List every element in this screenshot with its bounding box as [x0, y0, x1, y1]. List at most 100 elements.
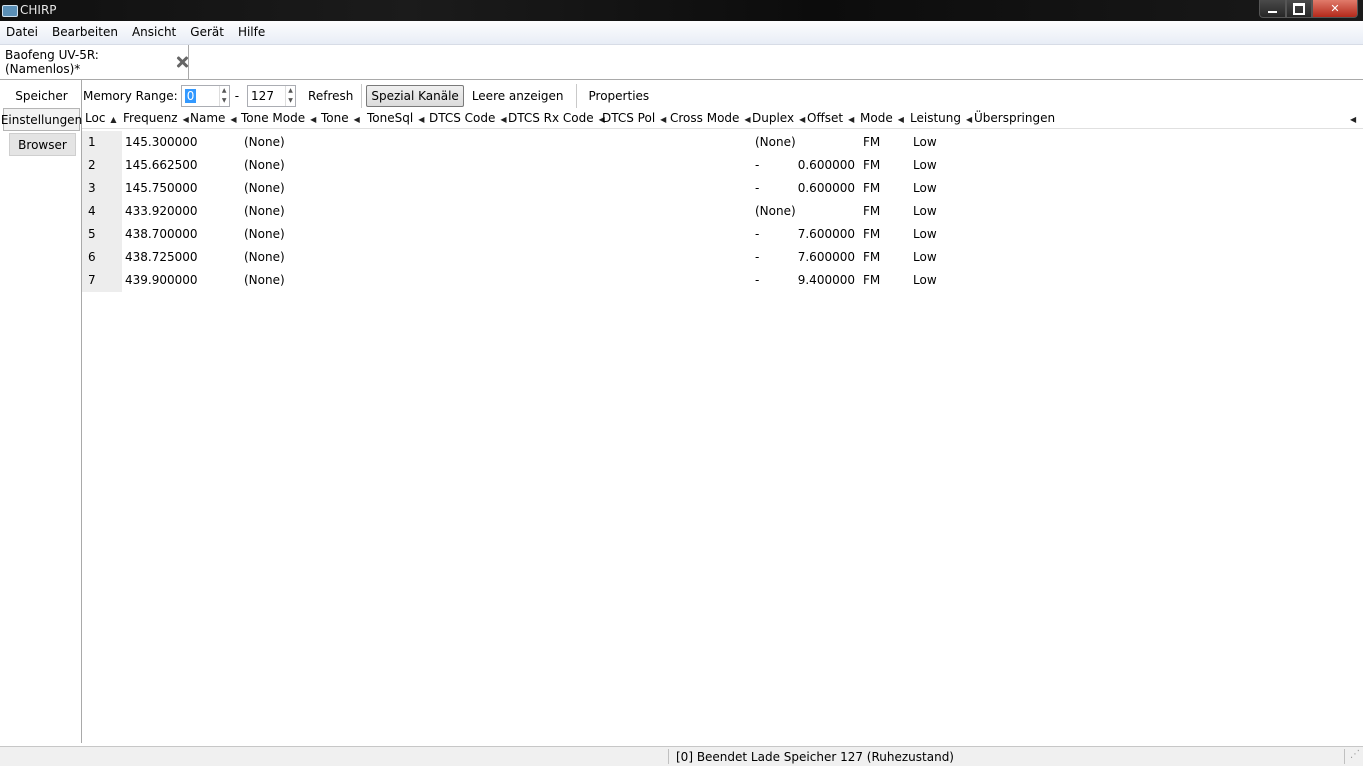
cell-tone-mode[interactable]: (None) — [244, 154, 285, 177]
cell-frequenz[interactable]: 438.725000 — [125, 246, 198, 269]
cell-leistung[interactable]: Low — [913, 223, 937, 246]
cell-frequenz[interactable]: 439.900000 — [125, 269, 198, 292]
cell-offset[interactable]: 7.600000 — [795, 246, 855, 269]
close-window-button[interactable]: ✕ — [1312, 0, 1358, 18]
col-header-name[interactable]: Name ◀ — [190, 109, 237, 128]
col-header-dtcs-rx-code[interactable]: DTCS Rx Code ◀ — [508, 109, 605, 128]
cell-duplex[interactable]: - — [755, 177, 759, 200]
cell-duplex[interactable]: - — [755, 154, 759, 177]
cell-mode[interactable]: FM — [863, 223, 880, 246]
menu-bearbeiten[interactable]: Bearbeiten — [45, 21, 125, 44]
col-header-tone-mode[interactable]: Tone Mode ◀ — [241, 109, 316, 128]
cell-mode[interactable]: FM — [863, 246, 880, 269]
cell-frequenz[interactable]: 145.300000 — [125, 131, 198, 154]
menu-datei[interactable]: Datei — [0, 21, 45, 44]
memory-table[interactable]: Loc ▲ Frequenz ◀ Name ◀ Tone Mode ◀ Tone ◀ To… — [82, 109, 1363, 743]
cell-duplex[interactable]: - — [755, 269, 759, 292]
cell-loc[interactable]: 3 — [82, 177, 122, 200]
col-header-leistung[interactable]: Leistung ◀ — [910, 109, 972, 128]
cell-duplex[interactable]: (None) — [755, 131, 796, 154]
cell-frequenz[interactable]: 145.750000 — [125, 177, 198, 200]
col-header-tone[interactable]: Tone ◀ — [321, 109, 360, 128]
range-start-value[interactable]: 0 — [184, 88, 197, 103]
col-header-duplex[interactable]: Duplex ◀ — [752, 109, 805, 128]
extra-column-arrow-icon[interactable]: ◀ — [1345, 109, 1356, 128]
menu-ansicht[interactable]: Ansicht — [125, 21, 183, 44]
cell-frequenz[interactable]: 438.700000 — [125, 223, 198, 246]
cell-frequenz[interactable]: 145.662500 — [125, 154, 198, 177]
maximize-button[interactable] — [1286, 0, 1312, 18]
cell-leistung[interactable]: Low — [913, 154, 937, 177]
spin-up-icon[interactable]: ▲ — [220, 86, 229, 96]
cell-mode[interactable]: FM — [863, 269, 880, 292]
range-end-value[interactable]: 127 — [248, 89, 285, 103]
minimize-button[interactable] — [1259, 0, 1286, 18]
special-channels-toggle[interactable]: Spezial Kanäle — [366, 84, 464, 107]
cell-leistung[interactable]: Low — [913, 177, 937, 200]
cell-frequenz[interactable]: 433.920000 — [125, 200, 198, 223]
cell-tone-mode[interactable]: (None) — [244, 246, 285, 269]
range-end-spinner[interactable]: 127 ▲ ▼ — [247, 84, 297, 107]
cell-loc[interactable]: 7 — [82, 269, 122, 292]
tab-speicher[interactable]: Speicher — [3, 84, 80, 107]
show-empty-toggle[interactable]: Leere anzeigen — [466, 85, 570, 107]
toolbar-divider — [361, 83, 363, 108]
table-row[interactable]: 6 438.725000 (None) - 7.600000 FM Low — [82, 246, 1363, 269]
cell-tone-mode[interactable]: (None) — [244, 223, 285, 246]
cell-duplex[interactable]: (None) — [755, 200, 796, 223]
range-start-spinner[interactable]: 0 ▲ ▼ — [180, 84, 230, 107]
table-row[interactable]: 3 145.750000 (None) - 0.600000 FM Low — [82, 177, 1363, 200]
cell-leistung[interactable]: Low — [913, 246, 937, 269]
cell-loc[interactable]: 5 — [82, 223, 122, 246]
table-row[interactable]: 7 439.900000 (None) - 9.400000 FM Low — [82, 269, 1363, 292]
col-header-mode[interactable]: Mode ◀ — [860, 109, 904, 128]
spin-down-icon[interactable]: ▼ — [220, 96, 229, 106]
cell-duplex[interactable]: - — [755, 223, 759, 246]
col-header-offset[interactable]: Offset ◀ — [807, 109, 854, 128]
cell-loc[interactable]: 1 — [82, 131, 122, 154]
cell-mode[interactable]: FM — [863, 154, 880, 177]
spin-up-icon[interactable]: ▲ — [286, 86, 295, 96]
cell-loc[interactable]: 4 — [82, 200, 122, 223]
table-row[interactable]: 5 438.700000 (None) - 7.600000 FM Low — [82, 223, 1363, 246]
tab-einstellungen[interactable]: Einstellungen — [1, 108, 82, 131]
cell-tone-mode[interactable]: (None) — [244, 177, 285, 200]
spin-down-icon[interactable]: ▼ — [286, 96, 295, 106]
resize-grip-icon[interactable]: ⋰ — [1344, 749, 1360, 764]
cell-leistung[interactable]: Low — [913, 200, 937, 223]
document-tab[interactable]: Baofeng UV-5R: (Namenlos)* — [0, 45, 189, 79]
close-tab-icon[interactable] — [175, 55, 188, 69]
col-header-dtcs-pol[interactable]: DTCS Pol ◀ — [602, 109, 666, 128]
table-row[interactable]: 1 145.300000 (None) (None) FM Low — [82, 131, 1363, 154]
col-header-dtcs-code[interactable]: DTCS Code ◀ — [429, 109, 507, 128]
table-row[interactable]: 4 433.920000 (None) (None) FM Low — [82, 200, 1363, 223]
cell-mode[interactable]: FM — [863, 131, 880, 154]
cell-leistung[interactable]: Low — [913, 269, 937, 292]
table-row[interactable]: 2 145.662500 (None) - 0.600000 FM Low — [82, 154, 1363, 177]
refresh-button[interactable]: Refresh — [302, 85, 359, 107]
cell-tone-mode[interactable]: (None) — [244, 200, 285, 223]
cell-offset[interactable] — [795, 131, 855, 154]
cell-tone-mode[interactable]: (None) — [244, 131, 285, 154]
properties-button[interactable]: Properties — [583, 85, 656, 107]
col-header-tonesql[interactable]: ToneSql ◀ — [367, 109, 424, 128]
menu-geraet[interactable]: Gerät — [183, 21, 231, 44]
tab-browser[interactable]: Browser — [9, 133, 76, 156]
cell-leistung[interactable]: Low — [913, 131, 937, 154]
col-header-frequenz[interactable]: Frequenz ◀ — [123, 109, 189, 128]
col-header-loc[interactable]: Loc ▲ — [85, 109, 117, 128]
cell-offset[interactable]: 9.400000 — [795, 269, 855, 292]
cell-duplex[interactable]: - — [755, 246, 759, 269]
cell-offset[interactable]: 0.600000 — [795, 177, 855, 200]
cell-loc[interactable]: 2 — [82, 154, 122, 177]
cell-offset[interactable]: 7.600000 — [795, 223, 855, 246]
cell-mode[interactable]: FM — [863, 177, 880, 200]
cell-offset[interactable] — [795, 200, 855, 223]
col-header-ueberspringen[interactable]: Überspringen — [974, 109, 1055, 128]
menu-hilfe[interactable]: Hilfe — [231, 21, 272, 44]
cell-mode[interactable]: FM — [863, 200, 880, 223]
cell-offset[interactable]: 0.600000 — [795, 154, 855, 177]
cell-tone-mode[interactable]: (None) — [244, 269, 285, 292]
cell-loc[interactable]: 6 — [82, 246, 122, 269]
col-header-cross-mode[interactable]: Cross Mode ◀ — [670, 109, 751, 128]
